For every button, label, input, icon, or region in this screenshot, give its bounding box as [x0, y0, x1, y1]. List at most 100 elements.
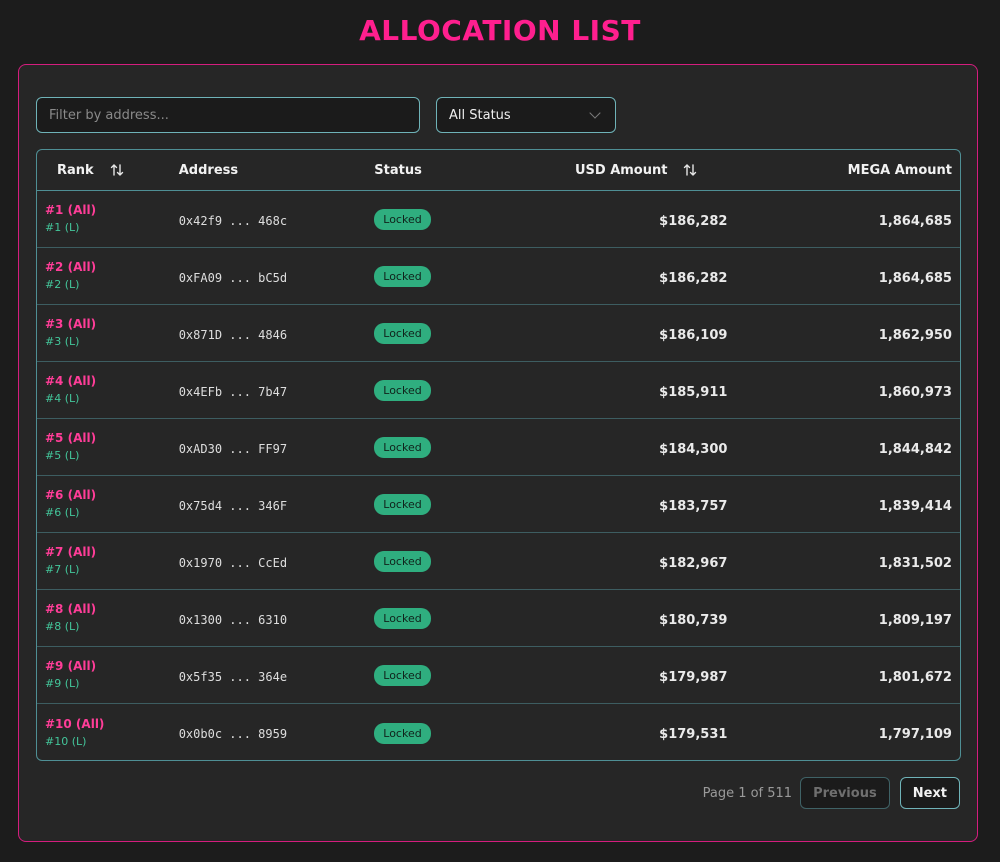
mega-amount: 1,844,842 — [878, 441, 952, 457]
address-text: 0x1300 ... 6310 — [178, 612, 288, 627]
rank-locked: #5 (L) — [45, 449, 80, 462]
header-status: Status — [374, 162, 422, 178]
chevron-down-icon — [589, 107, 601, 119]
usd-cell: $179,987 — [494, 666, 755, 685]
mega-cell: 1,797,109 — [755, 723, 960, 742]
next-button[interactable]: Next — [899, 777, 960, 809]
mega-cell: 1,831,502 — [755, 552, 960, 571]
mega-amount: 1,809,197 — [878, 612, 952, 628]
mega-amount: 1,797,109 — [878, 727, 952, 742]
status-cell: Locked — [374, 493, 494, 515]
rank-all: #4 (All) — [45, 374, 97, 388]
rank-locked: #7 (L) — [45, 563, 80, 576]
status-cell: Locked — [374, 379, 494, 401]
status-cell: Locked — [374, 550, 494, 572]
mega-amount: 1,864,685 — [878, 270, 952, 286]
usd-amount: $180,739 — [659, 612, 728, 628]
status-select-value: All Status — [449, 107, 511, 123]
rank-all: #2 (All) — [45, 260, 97, 274]
header-rank: Rank — [37, 163, 179, 178]
table-row[interactable]: #2 (All) #2 (L) 0xFA09 ... bC5d Locked $… — [37, 248, 960, 305]
header-address: Address — [178, 162, 239, 178]
usd-amount: $186,282 — [659, 213, 728, 229]
rank-all: #7 (All) — [45, 545, 97, 559]
status-badge: Locked — [374, 722, 431, 744]
rank-cell: #5 (All) #5 (L) — [37, 429, 179, 465]
usd-cell: $185,911 — [494, 381, 755, 400]
table-row[interactable]: #6 (All) #6 (L) 0x75d4 ... 346F Locked $… — [37, 476, 960, 533]
header-usd: USD Amount — [494, 163, 755, 178]
address-text: 0x1970 ... CcEd — [178, 555, 288, 570]
mega-amount: 1,801,672 — [878, 669, 952, 685]
rank-all: #5 (All) — [45, 431, 97, 445]
table-row[interactable]: #7 (All) #7 (L) 0x1970 ... CcEd Locked $… — [37, 533, 960, 590]
sort-icon[interactable] — [683, 163, 697, 177]
table-row[interactable]: #3 (All) #3 (L) 0x871D ... 4846 Locked $… — [37, 305, 960, 362]
mega-cell: 1,864,685 — [755, 210, 960, 229]
rank-cell: #10 (All) #10 (L) — [37, 715, 179, 751]
usd-amount: $179,987 — [659, 669, 728, 685]
status-cell: Locked — [374, 265, 494, 287]
rank-cell: #4 (All) #4 (L) — [37, 372, 179, 408]
rank-cell: #1 (All) #1 (L) — [37, 201, 179, 237]
status-badge: Locked — [374, 494, 431, 515]
rank-locked: #8 (L) — [45, 620, 80, 633]
rank-cell: #9 (All) #9 (L) — [37, 657, 179, 693]
address-cell: 0x871D ... 4846 — [179, 324, 375, 343]
rank-all: #1 (All) — [45, 203, 97, 217]
allocation-table: Rank Address Status USD Amount MEGA Amou… — [36, 149, 961, 761]
rank-locked: #2 (L) — [45, 278, 80, 291]
address-cell: 0x1970 ... CcEd — [179, 552, 375, 571]
sort-icon[interactable] — [110, 163, 124, 177]
usd-amount: $186,109 — [659, 327, 728, 343]
header-usd-label: USD Amount — [574, 162, 668, 178]
status-cell: Locked — [374, 607, 494, 629]
header-mega: MEGA Amount — [847, 162, 953, 178]
rank-locked: #3 (L) — [45, 335, 80, 348]
table-row[interactable]: #5 (All) #5 (L) 0xAD30 ... FF97 Locked $… — [37, 419, 960, 476]
usd-amount: $179,531 — [659, 727, 728, 742]
rank-all: #3 (All) — [45, 317, 97, 331]
table-row[interactable]: #1 (All) #1 (L) 0x42f9 ... 468c Locked $… — [37, 191, 960, 248]
table-row[interactable]: #4 (All) #4 (L) 0x4EFb ... 7b47 Locked $… — [37, 362, 960, 419]
usd-cell: $182,967 — [494, 552, 755, 571]
table-row[interactable]: #9 (All) #9 (L) 0x5f35 ... 364e Locked $… — [37, 647, 960, 704]
table-header: Rank Address Status USD Amount MEGA Amou… — [37, 150, 960, 191]
status-cell: Locked — [374, 322, 494, 344]
rank-locked: #6 (L) — [45, 506, 80, 519]
previous-button[interactable]: Previous — [800, 777, 890, 809]
pagination: Page 1 of 511 Previous Next — [703, 777, 960, 809]
header-rank-label: Rank — [57, 162, 94, 178]
address-text: 0x75d4 ... 346F — [178, 498, 288, 513]
status-badge: Locked — [374, 380, 431, 401]
table-body: #1 (All) #1 (L) 0x42f9 ... 468c Locked $… — [37, 191, 960, 760]
address-cell: 0xAD30 ... FF97 — [179, 438, 375, 457]
status-badge: Locked — [374, 608, 431, 629]
mega-amount: 1,839,414 — [878, 498, 952, 514]
rank-all: #9 (All) — [45, 659, 97, 673]
status-badge: Locked — [374, 665, 431, 686]
status-cell: Locked — [374, 208, 494, 230]
usd-amount: $184,300 — [659, 441, 728, 457]
address-text: 0xFA09 ... bC5d — [178, 270, 288, 285]
status-cell: Locked — [374, 664, 494, 686]
mega-cell: 1,860,973 — [755, 381, 960, 400]
status-select[interactable]: All Status — [436, 97, 616, 133]
address-text: 0x5f35 ... 364e — [178, 669, 288, 684]
address-cell: 0xFA09 ... bC5d — [179, 267, 375, 286]
address-cell: 0x75d4 ... 346F — [179, 495, 375, 514]
table-row[interactable]: #8 (All) #8 (L) 0x1300 ... 6310 Locked $… — [37, 590, 960, 647]
address-filter-input[interactable] — [36, 97, 420, 133]
status-cell: Locked — [374, 436, 494, 458]
rank-cell: #6 (All) #6 (L) — [37, 486, 179, 522]
usd-cell: $186,282 — [494, 210, 755, 229]
mega-cell: 1,801,672 — [755, 666, 960, 685]
status-badge: Locked — [374, 323, 431, 344]
rank-locked: #1 (L) — [45, 221, 80, 234]
address-text: 0x0b0c ... 8959 — [178, 727, 288, 741]
address-cell: 0x4EFb ... 7b47 — [179, 381, 375, 400]
rank-locked: #10 (L) — [45, 734, 87, 748]
usd-amount: $185,911 — [659, 384, 728, 400]
table-row[interactable]: #10 (All) #10 (L) 0x0b0c ... 8959 Locked… — [37, 704, 960, 760]
usd-cell: $180,739 — [494, 609, 755, 628]
